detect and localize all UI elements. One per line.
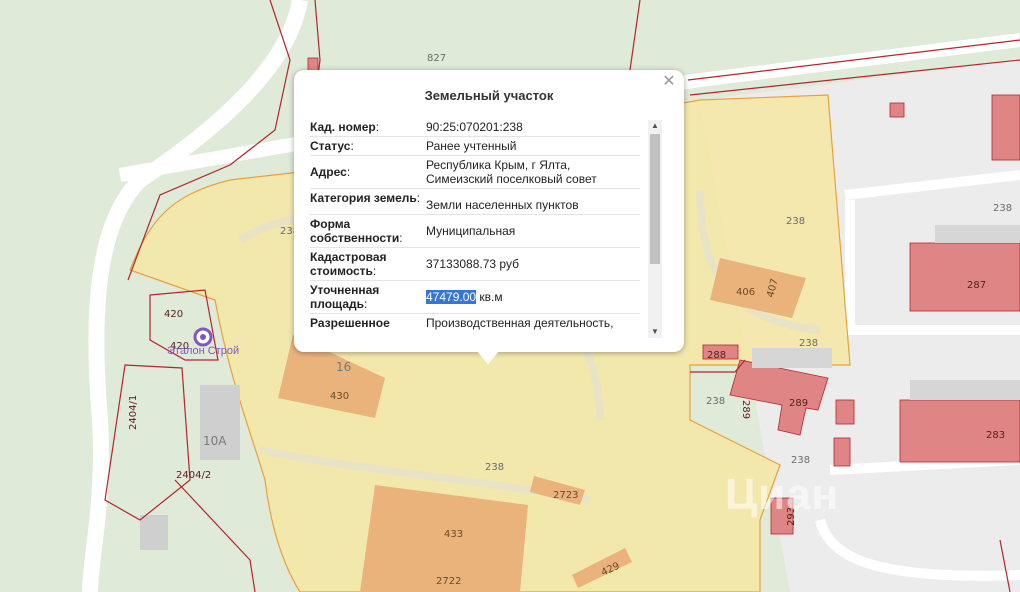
row-key-permitted-use: Разрешенное — [310, 316, 390, 330]
row-value-cadastral-number: 90:25:070201:238 — [426, 120, 523, 134]
table-row: Уточненная площадь: 47479.00 кв.м — [310, 281, 640, 314]
label-406: 406 — [736, 287, 755, 298]
scroll-up-icon[interactable]: ▲ — [648, 120, 662, 132]
row-value-land-category: Земли населенных пунктов — [426, 198, 579, 212]
poi-circle-icon[interactable] — [193, 327, 213, 347]
row-key-area: Уточненная площадь — [310, 283, 380, 311]
label-238-low: 238 — [791, 455, 810, 466]
poi-label[interactable]: Эталон Строй — [167, 345, 239, 357]
label-289: 289 — [789, 398, 808, 409]
label-433: 433 — [444, 529, 463, 540]
row-key-address: Адрес — [310, 165, 347, 179]
table-row: Адрес: Республика Крым, г Ялта, Симеизск… — [310, 156, 640, 189]
building-grey-4 — [752, 348, 832, 368]
label-289-vertical: 289 — [740, 400, 751, 419]
label-238-mid: 238 — [786, 216, 805, 227]
building-small-2[interactable] — [835, 399, 855, 425]
label-238-center: 238 — [485, 462, 504, 473]
label-16: 16 — [336, 360, 351, 374]
table-row: Разрешенное Производственная деятельност… — [310, 314, 640, 332]
popup-title: Земельный участок — [424, 88, 554, 103]
row-value-permitted-use: Производственная деятельность, — [426, 316, 614, 330]
label-287: 287 — [967, 280, 986, 291]
label-283: 283 — [986, 430, 1005, 441]
table-row: Кадастровая стоимость: 37133088.73 руб — [310, 248, 640, 281]
area-unit: кв.м — [476, 290, 503, 304]
table-row: Статус: Ранее учтенный — [310, 137, 640, 156]
building-grey-3 — [910, 380, 1020, 400]
building-10A[interactable] — [200, 385, 240, 460]
building-small-1[interactable] — [833, 437, 851, 467]
row-value-ownership: Муниципальная — [426, 224, 516, 238]
building-grey-2 — [935, 225, 1020, 243]
row-value-address: Республика Крым, г Ялта, Симеизский посе… — [426, 158, 597, 186]
watermark-logo: Циан — [725, 470, 840, 519]
row-value-cadastral-value: 37133088.73 руб — [426, 257, 519, 271]
row-key-status: Статус — [310, 139, 351, 153]
popup-scrollbar[interactable]: ▲ ▼ — [648, 120, 662, 338]
label-2404-1: 2404/1 — [128, 395, 139, 430]
label-238-a: 238 — [799, 338, 818, 349]
label-827: 827 — [427, 53, 446, 64]
building-small-3[interactable] — [889, 102, 905, 118]
label-420-a: 420 — [164, 309, 183, 320]
row-value-status: Ранее учтенный — [426, 139, 517, 153]
table-row: Форма собственности: Муниципальная — [310, 215, 640, 248]
label-430: 430 — [330, 391, 349, 402]
row-key-ownership: Форма собственности — [310, 217, 400, 245]
building-top-right[interactable] — [991, 94, 1020, 161]
row-value-area: 47479.00 кв.м — [426, 281, 640, 313]
popup-table: Кад. номер: 90:25:070201:238 Статус: Ран… — [310, 118, 640, 339]
scroll-down-icon[interactable]: ▼ — [648, 326, 662, 338]
scrollbar-thumb[interactable] — [650, 134, 660, 264]
label-2723: 2723 — [553, 490, 578, 501]
label-238-top: 238 — [993, 203, 1012, 214]
area-highlighted-value[interactable]: 47479.00 — [426, 290, 477, 304]
close-icon[interactable]: ✕ — [662, 73, 676, 89]
label-2722: 2722 — [436, 576, 461, 587]
row-key-land-category: Категория земель — [310, 191, 417, 205]
parcel-info-popup: ✕ Земельный участок Кад. номер: 90:25:07… — [294, 70, 684, 352]
row-key-cadastral-number: Кад. номер — [310, 120, 376, 134]
label-2404-2: 2404/2 — [176, 470, 211, 481]
building-grey-1 — [140, 515, 168, 550]
building-287[interactable] — [909, 242, 1020, 312]
label-288: 288 — [707, 350, 726, 361]
label-10A: 10А — [203, 434, 227, 448]
label-238-b: 238 — [706, 396, 725, 407]
table-row: Категория земель: Земли населенных пункт… — [310, 189, 640, 215]
popup-pointer — [476, 350, 500, 364]
table-row: Кад. номер: 90:25:070201:238 — [310, 118, 640, 137]
